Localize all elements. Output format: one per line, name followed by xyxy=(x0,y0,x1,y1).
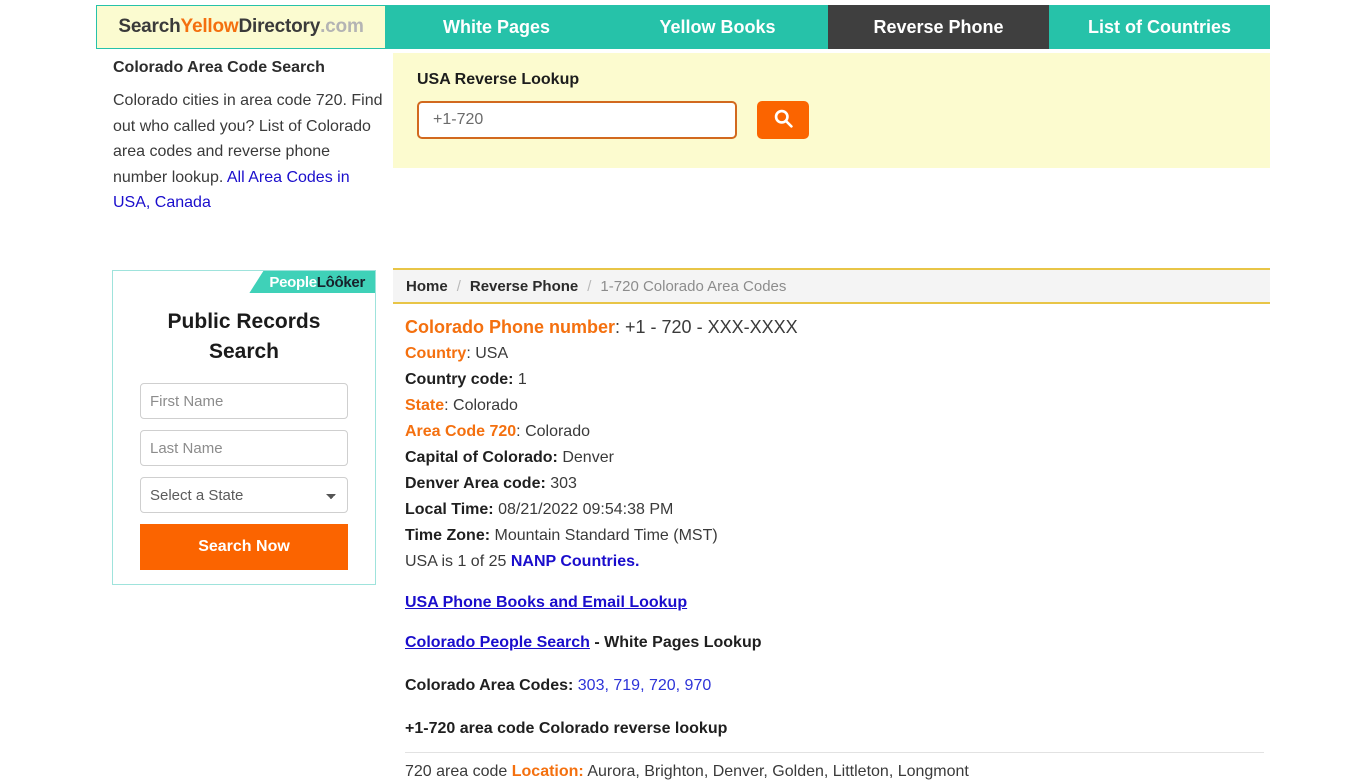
logo-part-directory: Directory xyxy=(238,16,321,37)
location-row: 720 area code Location: Aurora, Brighton… xyxy=(405,760,1270,784)
detail-area-code-value: : Colorado xyxy=(516,423,590,440)
nav-item-list-of-countries[interactable]: List of Countries xyxy=(1049,5,1270,49)
detail-nanp: USA is 1 of 25 NANP Countries. xyxy=(405,549,1270,575)
detail-country-value: : USA xyxy=(466,345,509,362)
detail-country-code: Country code: 1 xyxy=(405,367,1270,393)
logo-part-com: .com xyxy=(320,16,364,37)
breadcrumb-separator-2: / xyxy=(587,277,592,295)
detail-local-time-value: 08/21/2022 09:54:38 PM xyxy=(498,501,674,518)
peoplelooker-logo: People Lôôker xyxy=(249,271,375,293)
detail-denver-area-code-label: Denver Area code: xyxy=(405,475,546,492)
detail-local-time: Local Time: 08/21/2022 09:54:38 PM xyxy=(405,497,1270,523)
detail-country-code-label: Country code: xyxy=(405,371,514,388)
detail-country: Country: USA xyxy=(405,341,1270,367)
widget-heading: Public Records Search xyxy=(167,310,321,363)
detail-capital-label: Capital of Colorado: xyxy=(405,449,558,466)
breadcrumb-current: 1-720 Colorado Area Codes xyxy=(600,277,787,295)
breadcrumb: Home / Reverse Phone / 1-720 Colorado Ar… xyxy=(393,268,1270,304)
detail-time-zone-value: Mountain Standard Time (MST) xyxy=(494,527,718,544)
search-now-button[interactable]: Search Now xyxy=(140,524,348,570)
peoplelooker-logo-people: People xyxy=(269,273,317,291)
location-label: Location: xyxy=(511,763,584,780)
main-navigation: Search Yellow Directory .com White Pages Ye… xyxy=(96,5,1270,49)
detail-area-code: Area Code 720: Colorado xyxy=(405,419,1270,445)
sidebar-description: Colorado cities in area code 720. Find o… xyxy=(113,88,383,216)
site-logo[interactable]: Search Yellow Directory .com xyxy=(96,5,386,49)
colorado-people-search-link[interactable]: Colorado People Search xyxy=(405,634,590,651)
detail-capital-value: Denver xyxy=(562,449,614,466)
breadcrumb-reverse-phone[interactable]: Reverse Phone xyxy=(470,278,578,295)
phone-search-button[interactable] xyxy=(757,101,809,139)
detail-area-code-label: Area Code 720 xyxy=(405,423,517,440)
detail-denver-area-code-value: 303 xyxy=(550,475,577,492)
nanp-countries-link[interactable]: NANP Countries. xyxy=(511,553,640,570)
reverse-lookup-title: USA Reverse Lookup xyxy=(417,71,580,88)
nav-item-white-pages[interactable]: White Pages xyxy=(386,5,607,49)
nav-item-reverse-phone[interactable]: Reverse Phone xyxy=(828,5,1049,49)
search-icon xyxy=(773,108,794,132)
detail-state-label: State xyxy=(405,397,445,414)
detail-phone-number-label: Colorado Phone number xyxy=(405,317,616,337)
reverse-lookup-heading-text: +1-720 area code Colorado reverse lookup xyxy=(405,720,728,737)
first-name-input[interactable] xyxy=(140,383,348,419)
detail-phone-number-value: : +1 - 720 - XXX-XXXX xyxy=(615,317,798,337)
detail-country-label: Country xyxy=(405,345,467,362)
peoplelooker-logo-looker: Lôôker xyxy=(316,273,366,291)
nav-item-yellow-books[interactable]: Yellow Books xyxy=(607,5,828,49)
reverse-lookup-heading: +1-720 area code Colorado reverse lookup xyxy=(405,717,1270,741)
detail-country-code-value: 1 xyxy=(517,371,527,388)
area-code-link-970[interactable]: 970 xyxy=(685,677,712,694)
sidebar-title: Colorado Area Code Search xyxy=(113,59,325,76)
location-value: Aurora, Brighton, Denver, Golden, Little… xyxy=(583,763,969,780)
logo-part-yellow: Yellow xyxy=(180,16,239,37)
peoplelooker-banner-row: People Lôôker xyxy=(113,271,375,293)
detail-denver-area-code: Denver Area code: 303 xyxy=(405,471,1270,497)
detail-state-value: : Colorado xyxy=(444,397,518,414)
detail-phone-number: Colorado Phone number: +1 - 720 - XXX-XX… xyxy=(405,314,1270,340)
colorado-area-codes-row: Colorado Area Codes: 303, 719, 720, 970 xyxy=(405,674,1270,698)
logo-part-search: Search xyxy=(118,16,181,37)
reverse-lookup-row xyxy=(417,101,1270,139)
phone-search-input[interactable] xyxy=(417,101,737,139)
location-prefix: 720 area code xyxy=(405,763,512,780)
detail-state: State: Colorado xyxy=(405,393,1270,419)
area-code-sep-2: , xyxy=(640,677,649,694)
area-code-link-303[interactable]: 303 xyxy=(578,677,605,694)
detail-nanp-prefix: USA is 1 of 25 xyxy=(405,553,511,570)
area-code-link-720[interactable]: 720 xyxy=(649,677,676,694)
colorado-area-codes-label: Colorado Area Codes: xyxy=(405,677,578,694)
people-search-suffix: - White Pages Lookup xyxy=(589,634,762,651)
last-name-input[interactable] xyxy=(140,430,348,466)
usa-phone-books-link[interactable]: USA Phone Books and Email Lookup xyxy=(405,594,1270,612)
sidebar: Colorado Area Code Search Colorado citie… xyxy=(113,58,383,216)
detail-local-time-label: Local Time: xyxy=(405,501,494,518)
state-select[interactable]: Select a State xyxy=(140,477,348,513)
detail-capital: Capital of Colorado: Denver xyxy=(405,445,1270,471)
area-code-details: Colorado Phone number: +1 - 720 - XXX-XX… xyxy=(405,314,1270,784)
content-divider xyxy=(405,752,1264,753)
reverse-lookup-panel: USA Reverse Lookup xyxy=(393,53,1270,168)
detail-time-zone-label: Time Zone: xyxy=(405,527,491,544)
detail-time-zone: Time Zone: Mountain Standard Time (MST) xyxy=(405,523,1270,549)
area-code-sep-3: , xyxy=(675,677,685,694)
public-records-widget: PeopleLôôker Public Records Search Selec… xyxy=(112,270,376,585)
breadcrumb-separator-1: / xyxy=(456,277,461,295)
breadcrumb-home[interactable]: Home xyxy=(406,278,448,295)
area-code-link-719[interactable]: 719 xyxy=(613,677,640,694)
people-search-row: Colorado People Search - White Pages Loo… xyxy=(405,631,1270,655)
